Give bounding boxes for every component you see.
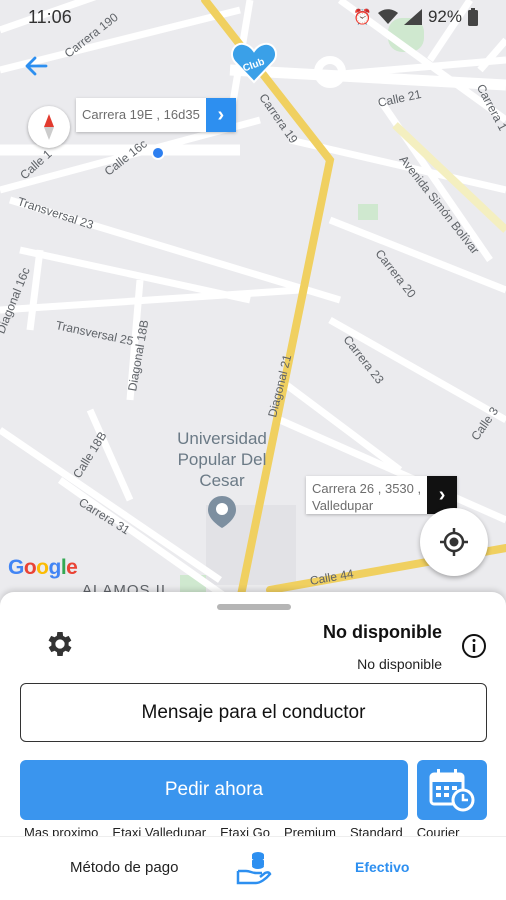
locate-icon — [440, 528, 468, 556]
origin-bubble[interactable]: Carrera 19E , 16d35 › — [76, 98, 236, 132]
calendar-clock-icon — [429, 769, 475, 812]
club-logo: Club — [231, 42, 277, 84]
bottom-sheet: No disponible No disponible Mensaje para… — [0, 592, 506, 842]
compass-button[interactable] — [28, 106, 70, 148]
message-driver-button[interactable]: Mensaje para el conductor — [20, 683, 487, 742]
wifi-icon — [377, 9, 398, 24]
availability-subtitle: No disponible — [357, 656, 442, 672]
origin-address: Carrera 19E , 16d35 — [82, 107, 200, 122]
poi-name: Universidad Popular Del Cesar — [177, 429, 267, 490]
info-icon[interactable] — [460, 632, 488, 660]
destination-line2: Valledupar — [312, 498, 374, 513]
gear-icon[interactable] — [44, 628, 76, 660]
alarm-icon: ⏰ — [353, 9, 372, 26]
status-time: 11:06 — [28, 6, 72, 27]
back-arrow-icon[interactable] — [22, 52, 50, 80]
destination-line1: Carrera 26 , 3530 , — [312, 481, 422, 496]
destination-address: Carrera 26 , 3530 , Valledupar — [306, 476, 427, 514]
current-location-dot — [151, 146, 165, 160]
status-bar: 11:06 ⏰ 92% — [0, 0, 506, 34]
battery-percent: 92% — [427, 7, 462, 26]
chevron-right-icon[interactable]: › — [205, 98, 236, 132]
schedule-button[interactable] — [417, 760, 487, 820]
destination-bubble[interactable]: Carrera 26 , 3530 , Valledupar › — [306, 476, 458, 514]
payment-method-label: Método de pago — [70, 859, 179, 876]
google-logo: Google — [8, 556, 78, 579]
signal-icon — [403, 9, 422, 25]
compass-icon — [44, 114, 54, 140]
cash-hand-icon[interactable] — [236, 849, 272, 885]
drag-handle[interactable] — [217, 604, 291, 610]
payment-bar[interactable]: Método de pago Efectivo — [0, 836, 506, 900]
availability-title: No disponible — [323, 622, 442, 642]
locate-me-button[interactable] — [420, 508, 488, 576]
poi-marker-icon — [208, 496, 236, 528]
order-now-button[interactable]: Pedir ahora — [20, 760, 408, 820]
battery-icon — [468, 8, 478, 26]
status-icons: ⏰ 92% — [353, 7, 478, 27]
poi-label: Universidad Popular Del Cesar — [172, 428, 272, 491]
payment-method-value: Efectivo — [355, 859, 410, 875]
map-view[interactable]: Carrera 190 Calle 1 Calle 16c Carrera 19… — [0, 0, 506, 620]
